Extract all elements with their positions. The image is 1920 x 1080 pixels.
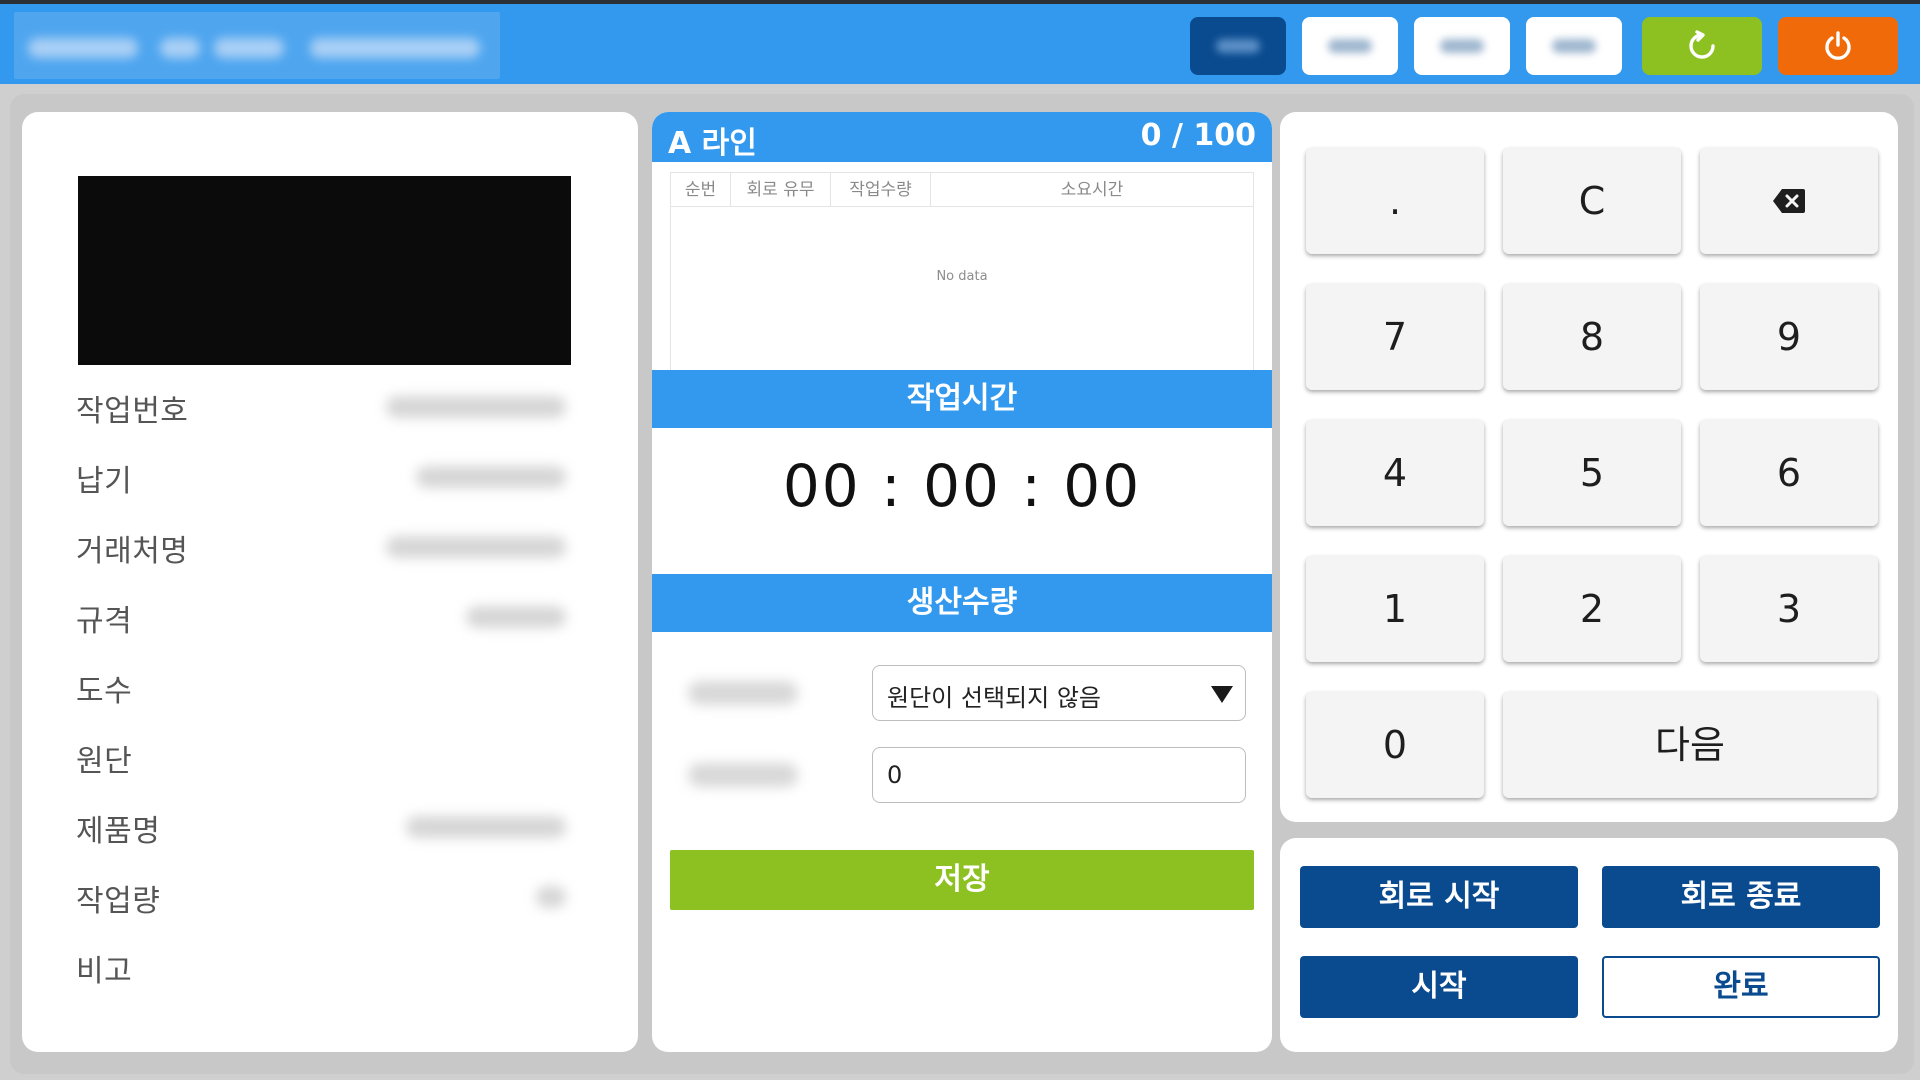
fabric-select-value: 원단이 선택되지 않음 [887, 684, 1101, 712]
work-timer: 00 : 00 : 00 [782, 452, 1142, 520]
work-time-bar: 작업시간 [652, 370, 1272, 428]
info-value-redacted [416, 466, 566, 488]
column-header[interactable]: 회로 유무 [731, 173, 831, 207]
complete-button[interactable]: 완료 [1602, 956, 1880, 1018]
column-header[interactable]: 순번 [671, 173, 731, 207]
info-label: 납기 [76, 464, 133, 499]
start-button[interactable]: 시작 [1300, 956, 1578, 1018]
empty-table-message: No data [936, 269, 988, 284]
key-8[interactable]: 8 [1503, 284, 1681, 390]
info-label: 거래처명 [76, 534, 189, 569]
circuit-end-button[interactable]: 회로 종료 [1602, 866, 1880, 928]
line-panel: A 라인 0 / 100 순번 회로 유무 작업수량 소요시간 No data … [652, 112, 1272, 1052]
quantity-input[interactable] [872, 747, 1246, 803]
key-4[interactable]: 4 [1306, 420, 1484, 526]
key-dot[interactable]: . [1306, 148, 1484, 254]
fabric-select[interactable]: 원단이 선택되지 않음 [872, 665, 1246, 721]
main-frame: 작업번호 납기 거래처명 규격 도수 원단 제품명 작업량 비고 A 라인 0 … [10, 94, 1914, 1074]
info-label: 비고 [76, 954, 133, 989]
line-name: A 라인 [668, 126, 757, 161]
key-next[interactable]: 다음 [1503, 692, 1877, 798]
info-value-redacted [536, 886, 566, 908]
info-row-print-count: 도수 [76, 666, 596, 709]
line-header: A 라인 0 / 100 [652, 112, 1272, 162]
work-info-panel: 작업번호 납기 거래처명 규격 도수 원단 제품명 작업량 비고 [22, 112, 638, 1052]
quantity-field-label-redacted [688, 763, 798, 787]
info-value-redacted [406, 816, 566, 838]
key-clear[interactable]: C [1503, 148, 1681, 254]
key-6[interactable]: 6 [1700, 420, 1878, 526]
dropdown-caret-icon [1211, 686, 1233, 703]
key-2[interactable]: 2 [1503, 556, 1681, 662]
header-title-redacted [14, 12, 500, 79]
key-3[interactable]: 3 [1700, 556, 1878, 662]
work-log-table[interactable]: 순번 회로 유무 작업수량 소요시간 No data [670, 172, 1254, 372]
key-0[interactable]: 0 [1306, 692, 1484, 798]
table-header: 순번 회로 유무 작업수량 소요시간 [671, 173, 1253, 207]
column-header[interactable]: 작업수량 [831, 173, 931, 207]
info-label: 원단 [76, 744, 133, 779]
info-row-work-number: 작업번호 [76, 386, 596, 429]
refresh-icon [1689, 30, 1715, 59]
circuit-start-button[interactable]: 회로 시작 [1300, 866, 1578, 928]
info-label: 작업번호 [76, 394, 189, 429]
info-row-product-name: 제품명 [76, 806, 596, 849]
product-image [78, 176, 571, 365]
power-icon [1825, 31, 1851, 60]
info-row-spec: 규격 [76, 596, 596, 639]
save-button[interactable]: 저장 [670, 850, 1254, 910]
line-count: 0 / 100 [1140, 118, 1256, 153]
header-button-3[interactable] [1414, 17, 1510, 75]
header-button-4[interactable] [1526, 17, 1622, 75]
info-row-client: 거래처명 [76, 526, 596, 569]
info-row-fabric: 원단 [76, 736, 596, 779]
info-value-redacted [386, 536, 566, 558]
backspace-icon [1773, 189, 1805, 213]
key-backspace[interactable] [1700, 148, 1878, 254]
key-5[interactable]: 5 [1503, 420, 1681, 526]
header-button-2[interactable] [1302, 17, 1398, 75]
info-label: 도수 [76, 674, 133, 709]
header-button-1[interactable] [1190, 17, 1286, 75]
keypad-panel: . C 7 8 9 4 5 6 1 2 3 0 다음 [1280, 112, 1898, 822]
info-label: 규격 [76, 604, 133, 639]
info-label: 제품명 [76, 814, 161, 849]
info-row-work-quantity: 작업량 [76, 876, 596, 919]
info-value-redacted [466, 606, 566, 628]
key-7[interactable]: 7 [1306, 284, 1484, 390]
power-button[interactable] [1778, 17, 1898, 75]
key-1[interactable]: 1 [1306, 556, 1484, 662]
column-header[interactable]: 소요시간 [931, 173, 1253, 207]
info-row-due-date: 납기 [76, 456, 596, 499]
control-panel: 회로 시작 회로 종료 시작 완료 [1280, 838, 1898, 1052]
production-quantity-bar: 생산수량 [652, 574, 1272, 632]
refresh-button[interactable] [1642, 17, 1762, 75]
info-row-remarks: 비고 [76, 946, 596, 989]
fabric-field-label-redacted [688, 681, 798, 705]
key-9[interactable]: 9 [1700, 284, 1878, 390]
app-header [0, 4, 1920, 84]
info-label: 작업량 [76, 884, 161, 919]
info-value-redacted [386, 396, 566, 418]
